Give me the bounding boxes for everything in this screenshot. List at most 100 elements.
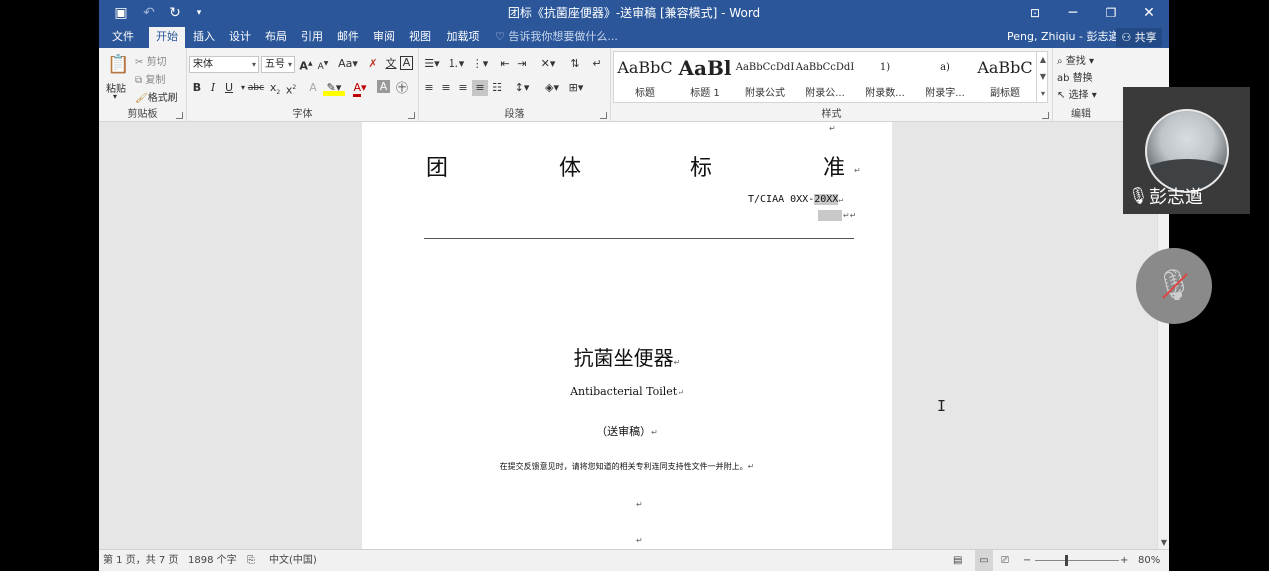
style-name: 附录数... [865, 88, 905, 99]
zoom-slider[interactable] [1035, 560, 1119, 561]
bold-icon[interactable]: B [189, 80, 205, 96]
find-button[interactable]: ⌕ 查找 ▾ [1057, 52, 1094, 67]
multilevel-list-icon[interactable]: ⋮▾ [469, 56, 491, 72]
undo-icon[interactable]: ↶ [137, 3, 161, 23]
zoom-slider-thumb[interactable] [1065, 555, 1068, 566]
increase-indent-icon[interactable]: ⇥ [514, 56, 530, 72]
select-button[interactable]: ↖ 选择 ▾ [1057, 86, 1097, 101]
asian-layout-icon[interactable]: ✕▾ [537, 56, 559, 72]
style-sample: AaBbCcDdI [795, 62, 855, 73]
justify-icon[interactable]: ≡ [472, 80, 488, 96]
style-name: 标题 1 [690, 88, 720, 99]
tab-home[interactable]: 开始 [149, 27, 185, 48]
proofing-icon[interactable]: ⎘ [247, 550, 255, 571]
text-effects-icon[interactable]: A [305, 80, 321, 96]
document-page[interactable]: ↵ 团 体 标 准 ↵ T/CIAA 0XX-20XX↵ ↵↵ 抗菌坐便器↵ A… [362, 122, 892, 549]
change-case-icon[interactable]: Aa▾ [337, 56, 359, 72]
style-title[interactable]: AaBbC 标题 [615, 52, 675, 100]
zoom-out-icon[interactable]: − [1023, 550, 1031, 571]
minimize-icon[interactable]: ─ [1055, 0, 1091, 27]
scroll-down-icon[interactable]: ▼ [1158, 537, 1169, 549]
share-button[interactable]: ⚇ 共享 [1116, 28, 1162, 47]
align-center-icon[interactable]: ≡ [438, 80, 454, 96]
save-icon[interactable]: ▣ [109, 3, 133, 23]
web-layout-icon[interactable]: ⎚ [1001, 550, 1009, 571]
tab-mailings[interactable]: 邮件 [331, 27, 365, 48]
tab-insert[interactable]: 插入 [187, 27, 221, 48]
shrink-font-icon[interactable]: A▼ [315, 56, 331, 72]
font-name-combo[interactable]: 宋体 [189, 56, 259, 73]
align-left-icon[interactable]: ≡ [421, 80, 437, 96]
font-launcher-icon[interactable] [408, 112, 415, 119]
enclose-char-icon[interactable]: ㊉ [394, 80, 410, 96]
word-count[interactable]: 1898 个字 [188, 550, 237, 571]
redo-icon[interactable]: ↻ [163, 3, 187, 23]
font-size-combo[interactable]: 五号 [261, 56, 295, 73]
tell-me-input[interactable]: ♡ 告诉我你想要做什么... [495, 27, 618, 48]
customize-icon[interactable]: ▾ [187, 3, 211, 23]
tab-review[interactable]: 审阅 [367, 27, 401, 48]
style-appendix-number[interactable]: 1) 附录数... [855, 52, 915, 100]
user-account[interactable]: Peng, Zhiqiu - 彭志遒 [1007, 27, 1120, 48]
paragraph-launcher-icon[interactable] [600, 112, 607, 119]
tab-layout[interactable]: 布局 [259, 27, 293, 48]
grow-font-icon[interactable]: A▲ [298, 56, 314, 73]
styles-gallery-scroll[interactable]: ▲ ▼ ▾ [1036, 51, 1049, 103]
participant-video-tile[interactable]: 🎙 彭志遒 [1123, 87, 1250, 214]
gallery-up-icon[interactable]: ▲ [1037, 51, 1049, 68]
line-spacing-icon[interactable]: ↕▾ [511, 80, 533, 96]
style-subtitle[interactable]: AaBbC 副标题 [975, 52, 1035, 100]
styles-launcher-icon[interactable] [1042, 112, 1049, 119]
subscript-icon[interactable]: x2 [267, 80, 283, 96]
show-marks-icon[interactable]: ↵ [589, 56, 605, 72]
tab-addins[interactable]: 加载项 [441, 27, 485, 48]
style-heading1[interactable]: AaBl 标题 1 [675, 52, 735, 100]
page-count[interactable]: 第 1 页，共 7 页 [103, 550, 178, 571]
phonetic-guide-icon[interactable]: 文 [383, 56, 399, 72]
replace-button[interactable]: ab 替换 [1057, 69, 1093, 84]
char-border-icon[interactable]: A [400, 56, 413, 70]
paste-dropdown-icon[interactable]: ▾ [113, 92, 117, 101]
font-color-icon[interactable]: A▾ [349, 80, 371, 97]
borders-icon[interactable]: ⊞▾ [565, 80, 587, 96]
copy-button[interactable]: ⧉ 复制 [135, 71, 165, 86]
format-painter-button[interactable]: 🖌格式刷 [135, 89, 178, 104]
sort-icon[interactable]: ⇅ [567, 56, 583, 72]
ribbon-display-icon[interactable]: ⊡ [1017, 0, 1053, 27]
read-mode-icon[interactable]: ▤ [953, 550, 962, 571]
clear-format-icon[interactable]: ✗ [365, 56, 381, 72]
distributed-icon[interactable]: ☷ [489, 80, 505, 96]
numbering-icon[interactable]: ⒈▾ [445, 56, 467, 72]
clipboard-launcher-icon[interactable] [176, 112, 183, 119]
paste-icon[interactable]: 📋 [107, 53, 129, 77]
zoom-level[interactable]: 80% [1138, 550, 1160, 571]
superscript-icon[interactable]: x2 [283, 80, 299, 97]
tab-references[interactable]: 引用 [295, 27, 329, 48]
tab-view[interactable]: 视图 [403, 27, 437, 48]
style-appendix-formula2[interactable]: AaBbCcDdI 附录公... [795, 52, 855, 100]
shading-icon[interactable]: ◈▾ [541, 80, 563, 96]
gallery-more-icon[interactable]: ▾ [1037, 85, 1049, 102]
restore-icon[interactable]: ❐ [1093, 0, 1129, 27]
print-layout-icon[interactable]: ▭ [975, 550, 993, 571]
close-icon[interactable]: ✕ [1131, 0, 1167, 27]
italic-icon[interactable]: I [205, 80, 221, 96]
style-name: 标题 [635, 88, 655, 99]
cut-button[interactable]: ✂ 剪切 [135, 53, 167, 68]
language-indicator[interactable]: 中文(中国) [269, 550, 317, 571]
highlight-icon[interactable]: ✎▾ [323, 80, 345, 96]
align-right-icon[interactable]: ≡ [455, 80, 471, 96]
style-appendix-letter[interactable]: a) 附录字... [915, 52, 975, 100]
tab-file[interactable]: 文件 [103, 27, 143, 48]
char-shading-icon[interactable]: A [377, 80, 390, 93]
style-appendix-formula[interactable]: AaBbCcDdI 附录公式 [735, 52, 795, 100]
gallery-down-icon[interactable]: ▼ [1037, 68, 1049, 85]
tab-design[interactable]: 设计 [223, 27, 257, 48]
font-group-label: 字体 [292, 109, 313, 120]
strikethrough-icon[interactable]: abc [247, 80, 265, 96]
mute-button[interactable]: 🎙 [1136, 248, 1212, 324]
bullets-icon[interactable]: ☰▾ [421, 56, 443, 72]
zoom-in-icon[interactable]: + [1120, 550, 1128, 571]
paragraph-mark: ↵ [636, 500, 643, 509]
decrease-indent-icon[interactable]: ⇤ [497, 56, 513, 72]
